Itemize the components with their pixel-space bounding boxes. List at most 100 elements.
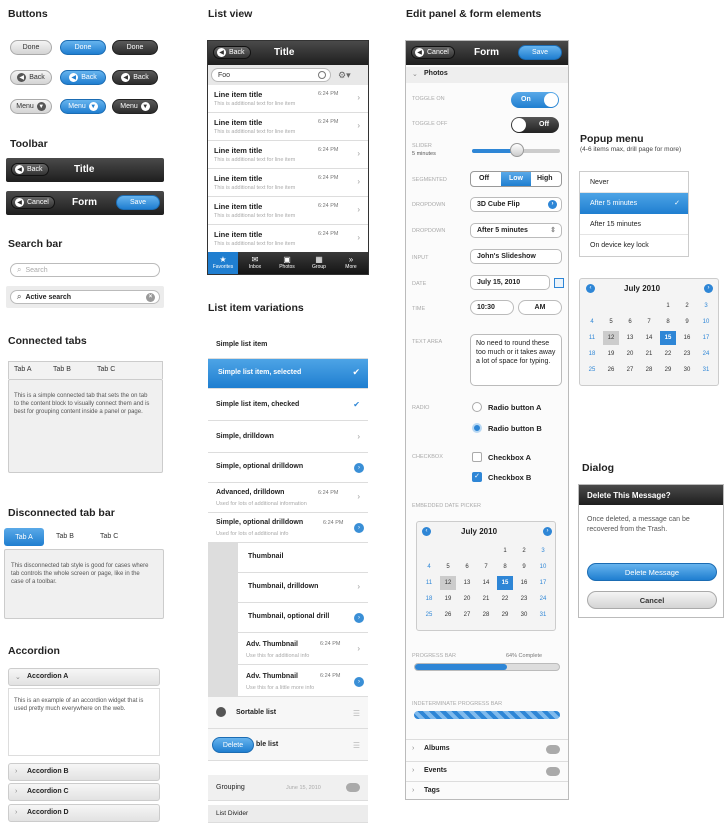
calendar-day[interactable]: 11 (584, 331, 600, 345)
form-save-button[interactable]: Save (518, 45, 562, 60)
list-item-optional-2[interactable]: Simple, optional drilldown 6:24 PM Used fo… (208, 513, 368, 543)
segment-high[interactable]: High (537, 175, 553, 182)
list-item-simple[interactable]: Simple list item (208, 333, 368, 359)
popup-item-keylock[interactable]: On device key lock (580, 235, 688, 256)
list-item-adv-thumbnail-2[interactable]: Adv. Thumbnail 6:24 PM Use this for a litt… (208, 665, 368, 697)
list-grouping[interactable]: Grouping June 15, 2010 (208, 775, 368, 801)
done-button-blue[interactable]: Done (60, 40, 106, 55)
disclosure-icon[interactable]: › (354, 463, 364, 473)
list-back-button[interactable]: ◀ Back (213, 46, 251, 59)
calendar-day[interactable]: 9 (516, 560, 532, 574)
calendar-day[interactable]: 29 (497, 608, 513, 622)
calendar-day[interactable]: 14 (478, 576, 494, 590)
prev-month-icon[interactable]: ‹ (586, 284, 595, 293)
tab-c[interactable]: Tab C (100, 533, 118, 540)
calendar-day[interactable]: 3 (698, 299, 714, 313)
list-item[interactable]: Line item title 6:24 PM This is addition… (208, 141, 368, 169)
calendar-day[interactable]: 4 (421, 560, 437, 574)
menu-button-light[interactable]: Menu ▼ (10, 99, 52, 114)
done-button-dark[interactable]: Done (112, 40, 158, 55)
calendar-day[interactable]: 31 (698, 363, 714, 377)
dialog-cancel-button[interactable]: Cancel (587, 591, 717, 609)
toolbar-save-button[interactable]: Save (116, 195, 160, 210)
tab-b[interactable]: Tab B (53, 366, 71, 373)
calendar-day[interactable]: 27 (622, 363, 638, 377)
toggle-on[interactable]: On (511, 92, 559, 108)
tags-section[interactable]: › Tags (406, 781, 568, 799)
disclosure-icon[interactable]: › (354, 523, 364, 533)
calendar-day[interactable]: 16 (679, 331, 695, 345)
calendar-day[interactable]: 23 (516, 592, 532, 606)
calendar-day[interactable]: 8 (660, 315, 676, 329)
back-button-light[interactable]: ◀ Back (10, 70, 52, 85)
drag-handle-icon[interactable]: ☰ (353, 709, 360, 718)
calendar-day[interactable]: 22 (660, 347, 676, 361)
tab-more[interactable]: » More (336, 255, 366, 270)
prev-month-icon[interactable]: ‹ (422, 527, 431, 536)
calendar-day[interactable]: 26 (440, 608, 456, 622)
toolbar-cancel-button[interactable]: ◀ Cancel (11, 196, 55, 209)
calendar-day[interactable]: 28 (478, 608, 494, 622)
calendar-day[interactable]: 15 (497, 576, 513, 590)
accordion-a-header[interactable]: ⌄ Accordion A (8, 668, 160, 686)
tab-a[interactable]: Tab A (4, 528, 44, 546)
calendar-day[interactable]: 13 (622, 331, 638, 345)
calendar-day[interactable]: 23 (679, 347, 695, 361)
menu-button-dark[interactable]: Menu ▼ (112, 99, 158, 114)
calendar-day[interactable]: 14 (641, 331, 657, 345)
calendar-day[interactable]: 7 (641, 315, 657, 329)
calendar-day[interactable]: 17 (698, 331, 714, 345)
calendar-day[interactable]: 6 (622, 315, 638, 329)
time-input[interactable]: 10:30 (470, 300, 514, 315)
calendar-day[interactable]: 1 (660, 299, 676, 313)
calendar-day[interactable]: 5 (603, 315, 619, 329)
ampm-select[interactable]: AM (518, 300, 562, 315)
date-input[interactable]: July 15, 2010 (470, 275, 550, 290)
popup-item-15min[interactable]: After 15 minutes (580, 214, 688, 235)
checkbox-a[interactable] (472, 452, 482, 462)
disclosure-icon[interactable]: › (354, 613, 364, 623)
tab-photos[interactable]: ▣ Photos (272, 255, 302, 270)
segment-off[interactable]: Off (479, 175, 489, 182)
calendar-day[interactable]: 5 (440, 560, 456, 574)
calendar-day[interactable]: 12 (440, 576, 456, 590)
calendar-day[interactable]: 4 (584, 315, 600, 329)
tab-group[interactable]: ▦ Group (304, 255, 334, 270)
list-item-deletable[interactable]: Delete ble list ☰ (208, 729, 368, 761)
calendar-day[interactable]: 16 (516, 576, 532, 590)
next-month-icon[interactable]: › (543, 527, 552, 536)
list-item-sortable[interactable]: Sortable list ☰ (208, 697, 368, 729)
calendar-day[interactable]: 6 (459, 560, 475, 574)
calendar-day[interactable]: 19 (440, 592, 456, 606)
drag-handle-icon[interactable]: ☰ (353, 741, 360, 750)
calendar-day[interactable]: 28 (641, 363, 657, 377)
calendar-day[interactable]: 17 (535, 576, 551, 590)
accordion-c-header[interactable]: › Accordion C (8, 783, 160, 801)
list-item-drilldown[interactable]: Simple, drilldown › (208, 421, 368, 453)
calendar-day[interactable]: 26 (603, 363, 619, 377)
done-button-light[interactable]: Done (10, 40, 52, 55)
calendar-day[interactable]: 29 (660, 363, 676, 377)
list-item-advanced[interactable]: Advanced, drilldown 6:24 PM Used for lots … (208, 483, 368, 513)
calendar-day[interactable]: 25 (584, 363, 600, 377)
text-area[interactable]: No need to round these too much or it ta… (470, 334, 562, 386)
calendar-day[interactable]: 21 (641, 347, 657, 361)
calendar-day[interactable]: 2 (516, 544, 532, 558)
calendar-day[interactable]: 24 (698, 347, 714, 361)
list-item[interactable]: Line item title 6:24 PM This is addition… (208, 85, 368, 113)
active-search-input[interactable]: ⌕ Active search × (10, 290, 160, 304)
list-item[interactable]: Line item title 6:24 PM This is addition… (208, 113, 368, 141)
list-item-thumbnail-drilldown[interactable]: Thumbnail, drilldown › (208, 573, 368, 603)
calendar-day[interactable]: 31 (535, 608, 551, 622)
calendar-day[interactable]: 13 (459, 576, 475, 590)
checkbox-b[interactable]: ✓ (472, 472, 482, 482)
calendar-day[interactable]: 15 (660, 331, 676, 345)
delete-button[interactable]: Delete (212, 737, 254, 753)
popup-item-5min[interactable]: After 5 minutes ✓ (580, 193, 688, 214)
calendar-day[interactable]: 20 (622, 347, 638, 361)
menu-button-blue[interactable]: Menu ▼ (60, 99, 106, 114)
calendar-day[interactable]: 18 (421, 592, 437, 606)
back-button-dark[interactable]: ◀ Back (112, 70, 158, 85)
list-item-thumbnail[interactable]: Thumbnail (208, 543, 368, 573)
clear-icon[interactable]: × (146, 292, 155, 302)
